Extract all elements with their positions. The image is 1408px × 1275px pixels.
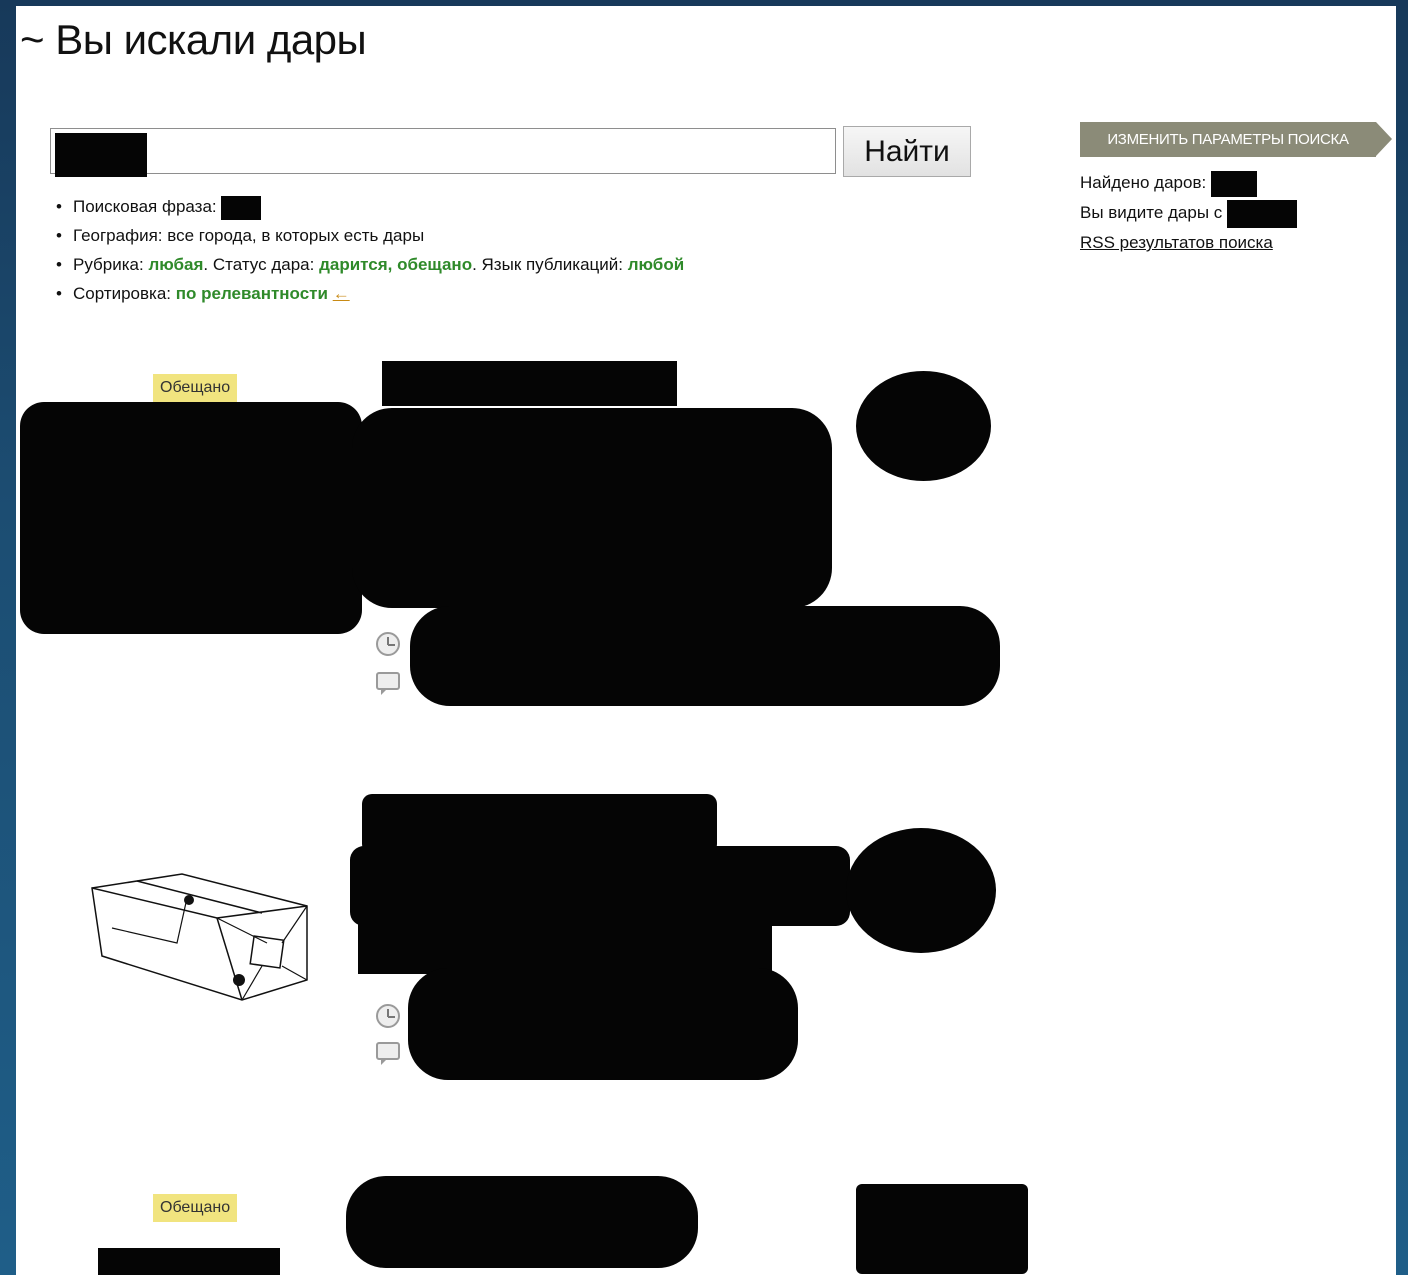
status-badge: Обещано (153, 374, 238, 402)
gift-box-icon (91, 873, 308, 1001)
redacted-phrase (221, 195, 262, 220)
status-link[interactable]: дарится, обещано (319, 255, 472, 274)
redacted-description-tail (396, 526, 736, 608)
redacted-avatar (856, 371, 991, 481)
language-label: . Язык публикаций: (472, 255, 623, 274)
rubric-link[interactable]: любая (148, 255, 203, 274)
results-summary: Найдено даров: Вы видите дары с RSS резу… (1080, 168, 1298, 258)
page-title: ~ Вы искали дары (20, 16, 367, 63)
search-params-list: Поисковая фраза: География: все города, … (56, 192, 684, 308)
redacted-count (1210, 170, 1257, 197)
redacted-thumbnail (20, 402, 362, 634)
redacted-meta (408, 968, 798, 1080)
comment-icon (376, 1042, 400, 1065)
status-badge: Обещано (153, 1194, 238, 1222)
redacted-meta (410, 606, 1000, 706)
sort-direction-arrow[interactable]: ← (333, 284, 350, 303)
clock-icon (376, 632, 400, 656)
param-geography: География: все города, в которых есть да… (56, 221, 684, 250)
showing-label: Вы видите дары с (1080, 203, 1223, 222)
page: ~ Вы искали дары Найти Поисковая фраза: … (16, 6, 1396, 1275)
showing-range: Вы видите дары с (1080, 198, 1298, 228)
param-rubric: Рубрика: любая. Статус дара: дарится, об… (56, 250, 684, 279)
redacted-avatar (846, 828, 996, 953)
redacted-title (346, 1176, 698, 1268)
status-label: . Статус дара: (203, 255, 315, 274)
sort-link[interactable]: по релевантности (176, 284, 328, 303)
redacted-title (382, 361, 677, 406)
redacted-avatar (856, 1184, 1028, 1274)
found-count: Найдено даров: (1080, 168, 1297, 198)
param-sort: Сортировка: по релевантности ← (56, 279, 684, 308)
clock-icon (376, 1004, 400, 1028)
search-input[interactable] (50, 128, 836, 177)
phrase-label: Поисковая фраза: (73, 197, 217, 216)
redacted-thumbnail (98, 1248, 280, 1275)
redacted-query (55, 133, 147, 177)
search-button[interactable]: Найти (843, 126, 971, 177)
language-link[interactable]: любой (628, 255, 684, 274)
redacted-range (1227, 199, 1298, 228)
param-phrase: Поисковая фраза: (56, 192, 684, 221)
redacted-title (362, 794, 717, 854)
rss-link[interactable]: RSS результатов поиска (1080, 233, 1273, 252)
comment-icon (376, 672, 400, 695)
redacted-description-tail (358, 912, 772, 974)
found-label: Найдено даров: (1080, 173, 1207, 192)
change-search-params-tab[interactable]: ИЗМЕНИТЬ ПАРАМЕТРЫ ПОИСКА (1080, 122, 1392, 157)
sort-label: Сортировка: (73, 284, 172, 303)
rubric-label: Рубрика: (73, 255, 144, 274)
